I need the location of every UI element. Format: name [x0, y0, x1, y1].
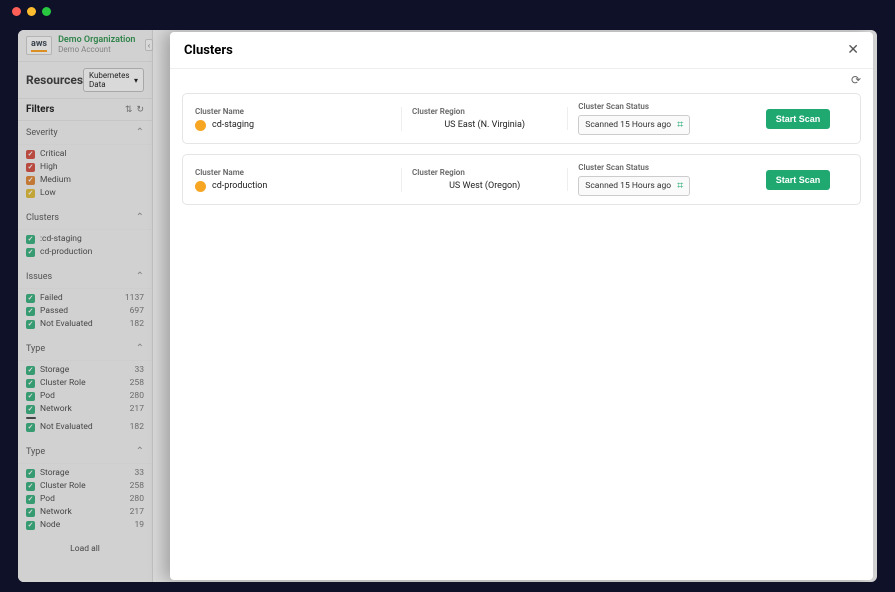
cluster-region: US West (Oregon) — [412, 181, 557, 191]
col-name-label: Cluster Name — [195, 107, 391, 116]
col-region-label: Cluster Region — [412, 107, 557, 116]
col-status-label: Cluster Scan Status — [578, 102, 738, 111]
cluster-status-icon — [195, 181, 206, 192]
mac-zoom-icon[interactable] — [42, 7, 51, 16]
refresh-icon[interactable]: ⟳ — [851, 73, 861, 87]
cluster-region: US East (N. Virginia) — [412, 120, 557, 130]
mac-close-icon[interactable] — [12, 7, 21, 16]
scan-status-text: Scanned 15 Hours ago — [585, 120, 671, 130]
app-window: ‹ aws Demo Organization Demo Account Res… — [18, 30, 877, 582]
clusters-modal: Clusters ✕ ⟳ Cluster Name cd-staging Clu… — [170, 32, 873, 580]
col-name-label: Cluster Name — [195, 168, 391, 177]
cluster-row: Cluster Name cd-staging Cluster Region U… — [182, 93, 861, 144]
scan-status-chip: Scanned 15 Hours ago ⌗ — [578, 115, 690, 135]
start-scan-button[interactable]: Start Scan — [766, 170, 831, 190]
start-scan-button[interactable]: Start Scan — [766, 109, 831, 129]
scan-cube-icon: ⌗ — [677, 179, 683, 193]
cluster-name: cd-production — [212, 181, 267, 191]
col-status-label: Cluster Scan Status — [578, 163, 738, 172]
col-region-label: Cluster Region — [412, 168, 557, 177]
scan-cube-icon: ⌗ — [677, 118, 683, 132]
cluster-list: Cluster Name cd-staging Cluster Region U… — [170, 87, 873, 211]
mac-minimize-icon[interactable] — [27, 7, 36, 16]
scan-status-text: Scanned 15 Hours ago — [585, 181, 671, 191]
cluster-status-icon — [195, 120, 206, 131]
close-icon[interactable]: ✕ — [847, 42, 859, 58]
mac-titlebar — [0, 0, 895, 22]
scan-status-chip: Scanned 15 Hours ago ⌗ — [578, 176, 690, 196]
modal-title: Clusters — [184, 43, 233, 58]
cluster-row: Cluster Name cd-production Cluster Regio… — [182, 154, 861, 205]
cluster-name: cd-staging — [212, 120, 254, 130]
